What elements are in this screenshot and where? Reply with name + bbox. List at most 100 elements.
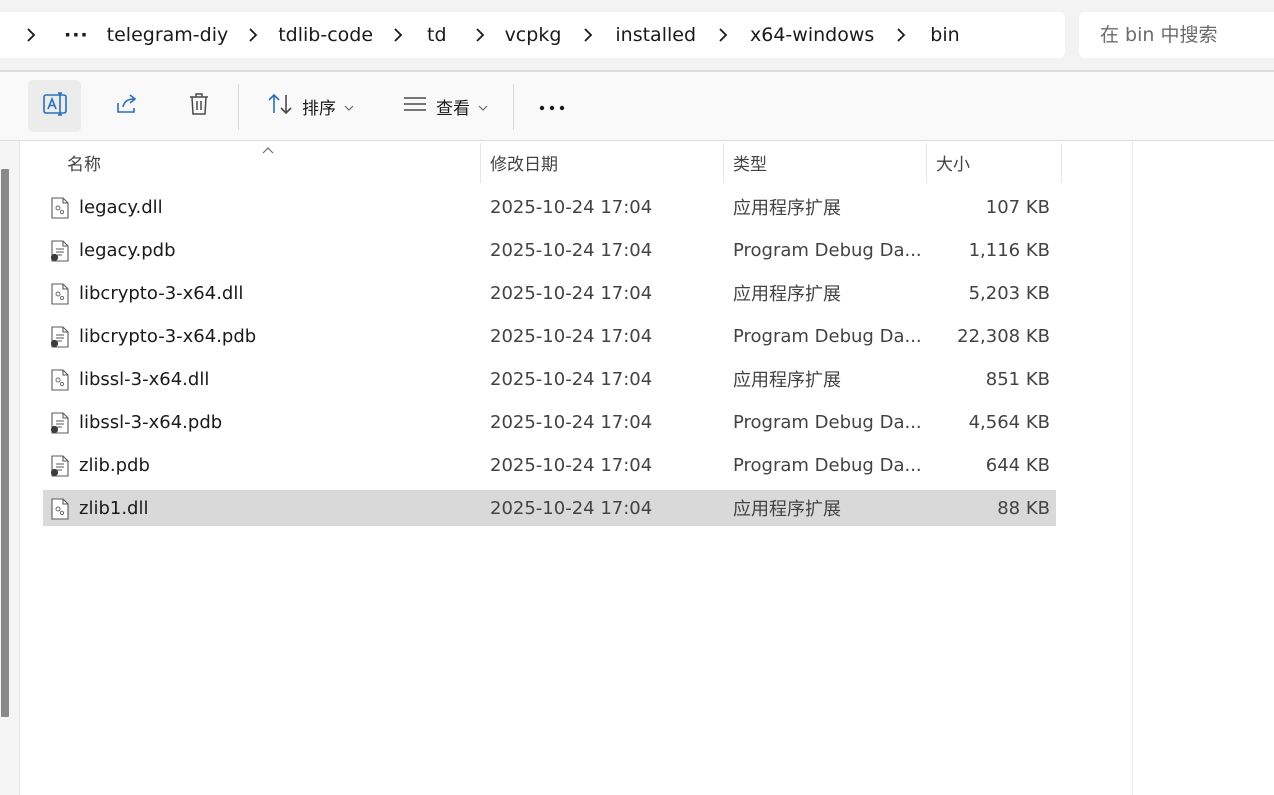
file-type: 应用程序扩展 bbox=[733, 198, 841, 219]
file-row[interactable]: legacy.pdb 2025-10-24 17:04 Program Debug … bbox=[43, 232, 1056, 268]
address-bar-area: ··· telegram-diy tdlib-code td vcpkg ins… bbox=[0, 0, 1274, 70]
more-options-button[interactable] bbox=[525, 80, 578, 132]
chevron-right-icon[interactable] bbox=[894, 28, 908, 42]
toolbar-divider bbox=[513, 84, 514, 130]
trash-icon bbox=[187, 91, 211, 121]
file-modified-date: 2025-10-24 17:04 bbox=[490, 411, 653, 433]
breadcrumb-item-installed[interactable]: installed bbox=[609, 24, 702, 46]
breadcrumb-item-vcpkg[interactable]: vcpkg bbox=[499, 24, 568, 46]
breadcrumb: ··· telegram-diy tdlib-code td vcpkg ins… bbox=[0, 12, 1065, 58]
view-list-icon bbox=[402, 94, 428, 118]
rename-button[interactable] bbox=[28, 80, 81, 132]
chevron-right-icon[interactable] bbox=[391, 28, 405, 42]
file-type: Program Debug Da... bbox=[733, 325, 922, 347]
file-row[interactable]: libcrypto-3-x64.pdb 2025-10-24 17:04 Progr… bbox=[43, 318, 1056, 354]
file-name: libcrypto-3-x64.dll bbox=[79, 282, 244, 304]
file-type: 应用程序扩展 bbox=[733, 499, 841, 520]
view-label: 查看 bbox=[436, 98, 470, 119]
file-row[interactable]: zlib1.dll 2025-10-24 17:04 应用程序扩展 88 KB bbox=[43, 490, 1056, 526]
delete-button[interactable] bbox=[172, 80, 225, 132]
file-size: 88 KB bbox=[997, 497, 1050, 519]
file-modified-date: 2025-10-24 17:04 bbox=[490, 368, 653, 390]
column-divider[interactable] bbox=[926, 143, 927, 183]
navigation-pane-edge bbox=[0, 141, 20, 795]
dll-file-icon bbox=[50, 498, 70, 520]
search-input[interactable] bbox=[1079, 23, 1272, 47]
breadcrumb-item-telegram-diy[interactable]: telegram-diy bbox=[101, 24, 235, 46]
file-type: Program Debug Da... bbox=[733, 411, 922, 433]
share-button[interactable] bbox=[100, 80, 153, 132]
sort-icon bbox=[266, 92, 294, 120]
file-modified-date: 2025-10-24 17:04 bbox=[490, 454, 653, 476]
breadcrumb-item-td[interactable]: td bbox=[421, 24, 453, 46]
share-icon bbox=[114, 91, 140, 121]
search-box[interactable] bbox=[1079, 12, 1274, 58]
file-size: 851 KB bbox=[985, 368, 1050, 390]
file-size: 5,203 KB bbox=[968, 282, 1050, 304]
breadcrumb-item-bin[interactable]: bin bbox=[924, 24, 965, 46]
sort-ascending-icon bbox=[261, 139, 275, 159]
file-modified-date: 2025-10-24 17:04 bbox=[490, 325, 653, 347]
column-divider[interactable] bbox=[723, 143, 724, 183]
file-size: 4,564 KB bbox=[968, 411, 1050, 433]
chevron-right-icon[interactable] bbox=[581, 28, 595, 42]
more-icon bbox=[538, 97, 566, 116]
pdb-file-icon bbox=[50, 326, 70, 348]
file-row[interactable]: zlib.pdb 2025-10-24 17:04 Program Debug Da… bbox=[43, 447, 1056, 483]
column-header-type[interactable]: 类型 bbox=[733, 141, 767, 183]
dll-file-icon bbox=[50, 283, 70, 305]
pdb-file-icon bbox=[50, 412, 70, 434]
scrollbar-thumb[interactable] bbox=[1, 169, 9, 717]
file-modified-date: 2025-10-24 17:04 bbox=[490, 497, 653, 519]
breadcrumb-item-x64-windows[interactable]: x64-windows bbox=[744, 24, 880, 46]
file-name: libssl-3-x64.dll bbox=[79, 368, 210, 390]
command-toolbar: 排序 查看 bbox=[0, 72, 1274, 140]
file-row[interactable]: libssl-3-x64.dll 2025-10-24 17:04 应用程序扩展 85… bbox=[43, 361, 1056, 397]
chevron-down-icon bbox=[478, 97, 488, 116]
file-name: libcrypto-3-x64.pdb bbox=[79, 325, 257, 347]
file-name: legacy.pdb bbox=[79, 239, 176, 261]
column-header-name[interactable]: 名称 bbox=[67, 141, 101, 183]
file-modified-date: 2025-10-24 17:04 bbox=[490, 196, 653, 218]
file-type: 应用程序扩展 bbox=[733, 370, 841, 391]
dll-file-icon bbox=[50, 369, 70, 391]
file-name: legacy.dll bbox=[79, 196, 163, 218]
file-name: zlib1.dll bbox=[79, 497, 149, 519]
file-name: zlib.pdb bbox=[79, 454, 150, 476]
sort-label: 排序 bbox=[302, 98, 336, 119]
view-button[interactable]: 查看 bbox=[390, 80, 500, 132]
file-list: legacy.dll 2025-10-24 17:04 应用程序扩展 107 KB le… bbox=[43, 189, 1056, 533]
column-header-size[interactable]: 大小 bbox=[936, 141, 970, 183]
column-divider[interactable] bbox=[480, 143, 481, 183]
file-modified-date: 2025-10-24 17:04 bbox=[490, 239, 653, 261]
file-type: Program Debug Da... bbox=[733, 239, 922, 261]
file-size: 22,308 KB bbox=[957, 325, 1050, 347]
file-type: Program Debug Da... bbox=[733, 454, 922, 476]
file-size: 1,116 KB bbox=[968, 239, 1050, 261]
dll-file-icon bbox=[50, 197, 70, 219]
pdb-file-icon bbox=[50, 455, 70, 477]
chevron-right-icon[interactable] bbox=[473, 28, 487, 42]
file-row[interactable]: libssl-3-x64.pdb 2025-10-24 17:04 Program … bbox=[43, 404, 1056, 440]
column-header-row: 名称 修改日期 类型 大小 bbox=[43, 141, 1063, 183]
divider bbox=[1132, 141, 1133, 795]
sort-button[interactable]: 排序 bbox=[255, 80, 365, 132]
pdb-file-icon bbox=[50, 240, 70, 262]
file-size: 644 KB bbox=[985, 454, 1050, 476]
file-modified-date: 2025-10-24 17:04 bbox=[490, 282, 653, 304]
file-row[interactable]: legacy.dll 2025-10-24 17:04 应用程序扩展 107 KB bbox=[43, 189, 1056, 225]
chevron-right-icon[interactable] bbox=[246, 28, 260, 42]
chevron-down-icon bbox=[344, 97, 354, 116]
toolbar-divider bbox=[238, 84, 239, 130]
file-name: libssl-3-x64.pdb bbox=[79, 411, 223, 433]
file-type: 应用程序扩展 bbox=[733, 284, 841, 305]
rename-icon bbox=[41, 90, 69, 122]
chevron-right-icon[interactable] bbox=[716, 28, 730, 42]
file-row[interactable]: libcrypto-3-x64.dll 2025-10-24 17:04 应用程序扩… bbox=[43, 275, 1056, 311]
column-divider[interactable] bbox=[1061, 143, 1062, 183]
chevron-right-icon[interactable] bbox=[24, 28, 38, 42]
column-header-date[interactable]: 修改日期 bbox=[490, 141, 558, 183]
breadcrumb-item-tdlib-code[interactable]: tdlib-code bbox=[272, 24, 379, 46]
file-size: 107 KB bbox=[985, 196, 1050, 218]
breadcrumb-overflow-button[interactable]: ··· bbox=[58, 24, 95, 46]
